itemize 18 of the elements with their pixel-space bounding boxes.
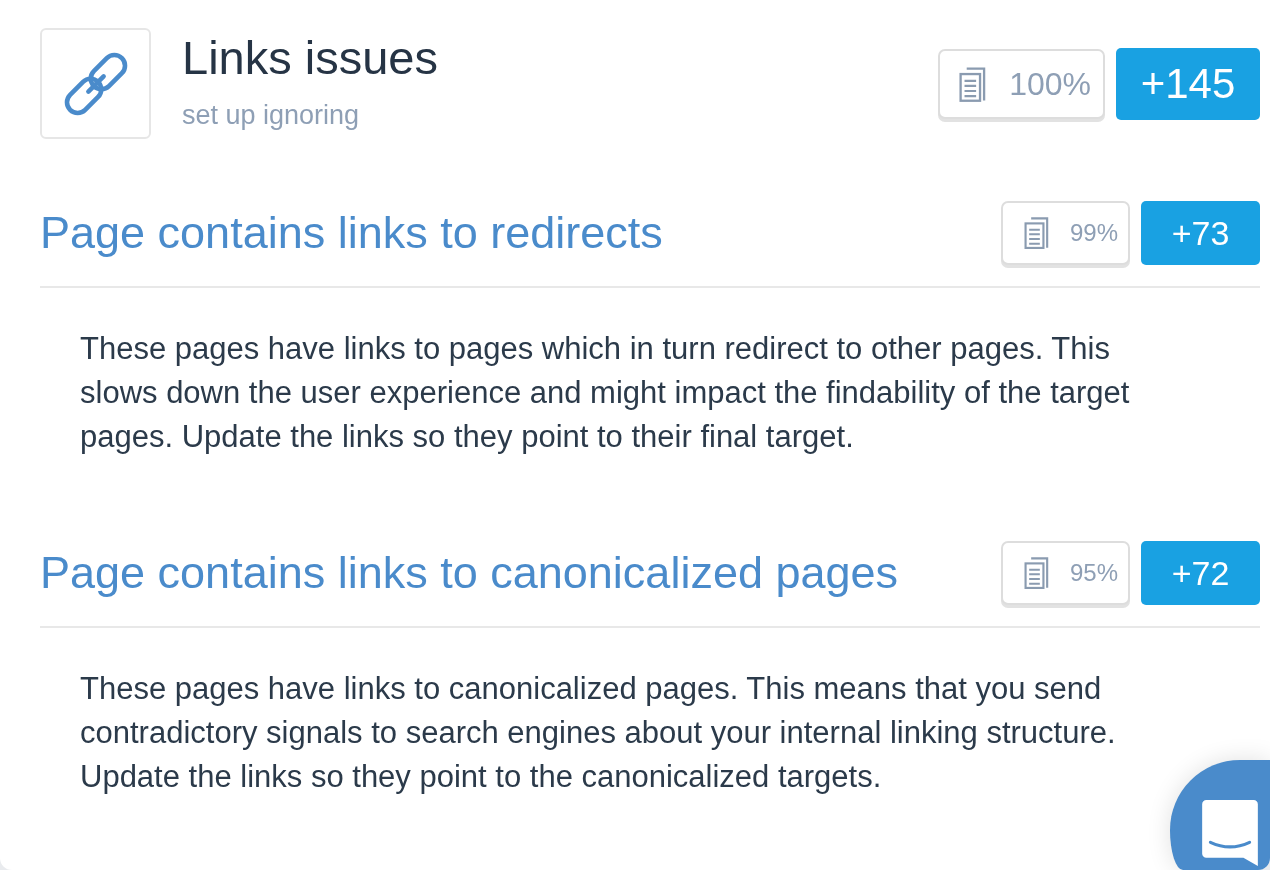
chat-bubble-icon [1202, 800, 1258, 866]
chain-link-icon [63, 51, 128, 116]
issue-description: These pages have links to pages which in turn redirect to other pages. This slows down the user experience and might impact the findability of the target pages. Update the links so they point to their final target. [80, 330, 1131, 456]
issue-title[interactable]: Page contains links to redirects [40, 206, 663, 260]
pages-share-button[interactable]: 100% [938, 49, 1105, 119]
documents-icon [1022, 557, 1050, 589]
count-button[interactable]: +73 [1141, 201, 1260, 265]
documents-icon [1022, 217, 1050, 249]
documents-icon [958, 66, 988, 102]
ignore-link[interactable]: set up ignoring [182, 98, 360, 132]
pages-share-button[interactable]: 95% [1000, 541, 1130, 605]
issue-description: These pages have links to canonicalized pages. This means that you send contradictory signals to search engines about your internal linking structure. Update the links so they point to the canonicalized targets. [80, 670, 1117, 796]
count-button[interactable]: +145 [1116, 48, 1260, 120]
count-button[interactable]: +72 [1141, 541, 1260, 605]
issue-title[interactable]: Page contains links to canonicalized pages [40, 546, 899, 600]
section-title: Links issues [182, 30, 438, 86]
chat-launcher-button[interactable] [1170, 760, 1270, 870]
pages-share-button[interactable]: 99% [1000, 201, 1130, 265]
